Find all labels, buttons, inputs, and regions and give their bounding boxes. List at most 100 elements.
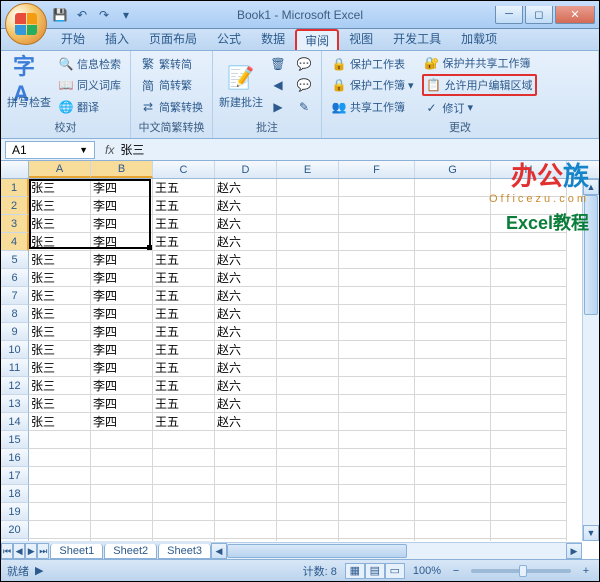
track-changes-button[interactable]: ✓修订 ▾: [422, 99, 537, 117]
row-header-12[interactable]: 12: [1, 377, 29, 395]
cell[interactable]: [277, 269, 339, 287]
cell[interactable]: 王五: [153, 179, 215, 197]
cell[interactable]: [339, 539, 415, 541]
cell[interactable]: [415, 215, 491, 233]
cell[interactable]: [29, 503, 91, 521]
sheet-tab-Sheet2[interactable]: Sheet2: [104, 544, 157, 559]
cell[interactable]: 李四: [91, 197, 153, 215]
cell[interactable]: 李四: [91, 359, 153, 377]
col-header-F[interactable]: F: [339, 161, 415, 178]
view-pagebreak-button[interactable]: ▭: [385, 563, 405, 579]
cell[interactable]: [339, 215, 415, 233]
cell[interactable]: [339, 305, 415, 323]
cell[interactable]: [491, 197, 567, 215]
cell[interactable]: [415, 359, 491, 377]
cell[interactable]: 赵六: [215, 413, 277, 431]
cell[interactable]: [277, 467, 339, 485]
cell[interactable]: 张三: [29, 305, 91, 323]
cell[interactable]: [415, 287, 491, 305]
tab-数据[interactable]: 数据: [251, 27, 295, 50]
row-header-18[interactable]: 18: [1, 485, 29, 503]
cell[interactable]: 张三: [29, 377, 91, 395]
tab-审阅[interactable]: 审阅: [295, 29, 339, 50]
cell[interactable]: [91, 431, 153, 449]
cell[interactable]: [277, 413, 339, 431]
cell[interactable]: 张三: [29, 341, 91, 359]
cell[interactable]: [277, 377, 339, 395]
cell[interactable]: [415, 467, 491, 485]
cell[interactable]: [91, 521, 153, 539]
close-button[interactable]: ✕: [555, 6, 595, 24]
cell[interactable]: 李四: [91, 341, 153, 359]
cell[interactable]: [491, 359, 567, 377]
cell[interactable]: [277, 341, 339, 359]
cell[interactable]: [153, 449, 215, 467]
cell[interactable]: 赵六: [215, 251, 277, 269]
cell[interactable]: [491, 251, 567, 269]
cell[interactable]: [415, 323, 491, 341]
horizontal-scrollbar[interactable]: ◀ ▶: [211, 542, 582, 559]
cell[interactable]: 李四: [91, 251, 153, 269]
cell[interactable]: 王五: [153, 305, 215, 323]
cell[interactable]: [29, 467, 91, 485]
office-button[interactable]: [5, 3, 47, 45]
cell[interactable]: [339, 359, 415, 377]
cell[interactable]: 赵六: [215, 233, 277, 251]
scroll-h-thumb[interactable]: [227, 544, 407, 558]
cell[interactable]: 赵六: [215, 323, 277, 341]
tab-加载项[interactable]: 加载项: [451, 27, 507, 50]
sheet-tab-Sheet3[interactable]: Sheet3: [158, 544, 211, 559]
protect-workbook-button[interactable]: 🔒保护工作簿 ▾: [329, 76, 416, 94]
cell[interactable]: 赵六: [215, 179, 277, 197]
cell[interactable]: [339, 287, 415, 305]
cell[interactable]: [491, 305, 567, 323]
cell[interactable]: [153, 431, 215, 449]
row-header-9[interactable]: 9: [1, 323, 29, 341]
sheet-nav-first[interactable]: ⏮: [1, 543, 13, 559]
cell[interactable]: [339, 431, 415, 449]
cell[interactable]: 王五: [153, 233, 215, 251]
cell[interactable]: [91, 503, 153, 521]
cell[interactable]: [339, 395, 415, 413]
sheet-tab-Sheet1[interactable]: Sheet1: [50, 544, 103, 559]
cell[interactable]: [277, 359, 339, 377]
row-header-2[interactable]: 2: [1, 197, 29, 215]
formula-input[interactable]: 张三: [120, 141, 599, 158]
row-header-5[interactable]: 5: [1, 251, 29, 269]
translate-button[interactable]: 🌐翻译: [56, 98, 123, 116]
cell[interactable]: 张三: [29, 179, 91, 197]
cell[interactable]: [277, 539, 339, 541]
cell[interactable]: [339, 449, 415, 467]
cell[interactable]: [339, 269, 415, 287]
save-icon[interactable]: 💾: [51, 6, 69, 24]
protect-sheet-button[interactable]: 🔒保护工作表: [329, 55, 416, 73]
cell[interactable]: [491, 341, 567, 359]
minimize-button[interactable]: ─: [495, 6, 523, 24]
cell[interactable]: 王五: [153, 359, 215, 377]
cell[interactable]: [277, 503, 339, 521]
scroll-left-button[interactable]: ◀: [211, 543, 227, 559]
col-header-E[interactable]: E: [277, 161, 339, 178]
cell[interactable]: 赵六: [215, 377, 277, 395]
cell[interactable]: 李四: [91, 233, 153, 251]
cell[interactable]: 李四: [91, 215, 153, 233]
cell[interactable]: [215, 449, 277, 467]
row-header-11[interactable]: 11: [1, 359, 29, 377]
cell[interactable]: 王五: [153, 215, 215, 233]
cell[interactable]: 王五: [153, 323, 215, 341]
zoom-slider[interactable]: [471, 569, 571, 573]
name-box[interactable]: A1▼: [5, 141, 95, 159]
cell[interactable]: [153, 521, 215, 539]
cell[interactable]: [277, 233, 339, 251]
cell[interactable]: [29, 431, 91, 449]
cell[interactable]: [29, 521, 91, 539]
cell[interactable]: 李四: [91, 377, 153, 395]
thesaurus-button[interactable]: 📖同义词库: [56, 76, 123, 94]
cell[interactable]: [91, 485, 153, 503]
cell[interactable]: [415, 233, 491, 251]
zoom-level[interactable]: 100%: [413, 565, 441, 577]
cell[interactable]: [339, 251, 415, 269]
share-workbook-button[interactable]: 👥共享工作簿: [329, 98, 416, 116]
cell[interactable]: [415, 251, 491, 269]
cell[interactable]: [215, 467, 277, 485]
